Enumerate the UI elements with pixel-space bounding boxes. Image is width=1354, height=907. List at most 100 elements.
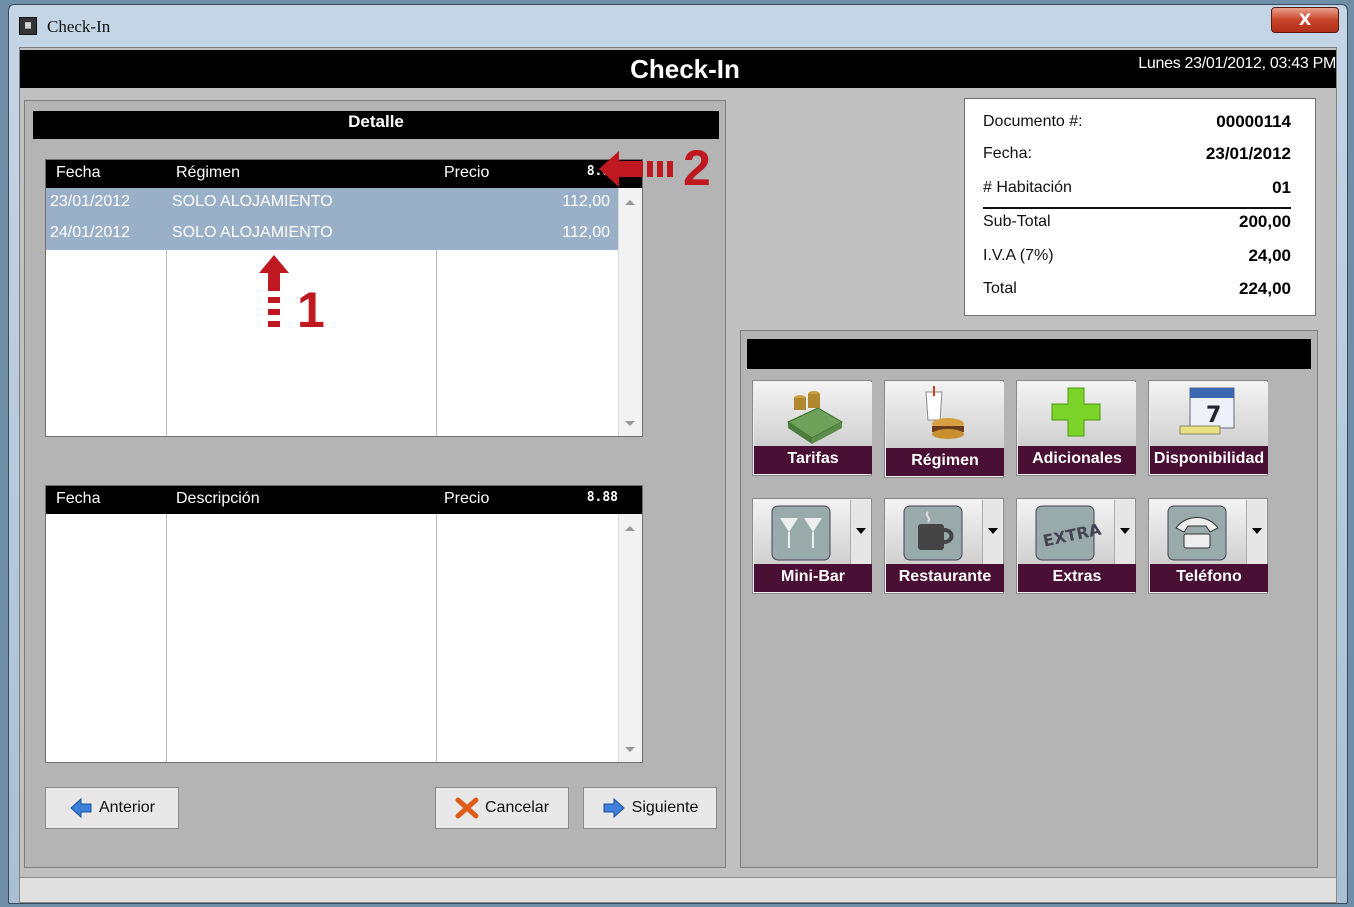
table-row[interactable]: 23/01/2012 SOLO ALOJAMIENTO 112,00 [46,188,618,219]
minibar-button[interactable]: Mini-Bar [752,498,872,594]
scroll-up-icon[interactable] [625,200,635,205]
col-header-descripcion: Descripción [176,490,260,507]
doc-label: Fecha: [983,145,1032,162]
cell-precio: 112,00 [562,193,610,210]
title-bar[interactable]: ▦ Check-In X [9,5,1347,47]
doc-value: 00000114 [1216,112,1291,131]
restaurante-label: Restaurante [886,564,1004,592]
coffee-cup-icon [903,505,963,561]
detalle-grid-header: Fecha Régimen Precio 8.88 [46,160,642,188]
extras-label: Extras [1018,564,1136,592]
restaurante-button[interactable]: Restaurante [884,498,1004,594]
doc-value: 01 [1272,178,1291,197]
table-row[interactable]: 24/01/2012 SOLO ALOJAMIENTO 112,00 [46,219,618,250]
status-bar [19,877,1337,903]
annotation-number-two: 2 [683,140,711,196]
doc-value: 224,00 [1239,279,1291,298]
doc-label: # Habitación [983,179,1072,196]
extras-grid-header: Fecha Descripción Precio 8.88 [46,486,642,514]
anterior-label: Anterior [98,799,156,816]
cancelar-label: Cancelar [484,799,550,816]
header-bar: Check-In Lunes 23/01/2012, 03:43 PM [20,50,1336,88]
regimen-label: Régimen [886,448,1004,476]
col-header-precio: Precio [444,164,490,181]
annotation-arrow-up-icon [259,255,289,327]
extras-dropdown-icon[interactable] [1114,500,1134,566]
doc-value: 23/01/2012 [1205,144,1291,163]
phone-icon [1167,505,1227,561]
extras-button[interactable]: EXTRA Extras [1016,498,1136,594]
annotation-number-one: 1 [297,282,325,338]
col-header-regimen: Régimen [176,164,241,181]
disponibilidad-label: Disponibilidad [1150,446,1268,474]
services-panel: Tarifas Régimen Adicionales 7 Disponibil… [740,330,1318,868]
scroll-up-icon[interactable] [625,526,635,531]
extras-grid[interactable]: Fecha Descripción Precio 8.88 [45,485,643,763]
doc-row-fecha: Fecha: 23/01/2012 [983,141,1291,171]
money-icon [786,391,844,444]
col-header-precio: Precio [444,490,490,507]
telefono-button[interactable]: Teléfono [1148,498,1268,594]
detalle-heading: Detalle [33,111,719,139]
restaurante-dropdown-icon[interactable] [982,500,1002,566]
app-window: ▦ Check-In X Check-In Lunes 23/01/2012, … [8,4,1348,904]
detalle-scrollbar[interactable] [618,188,642,436]
siguiente-label: Siguiente [631,799,699,816]
cancel-x-icon [455,797,479,819]
adicionales-button[interactable]: Adicionales [1016,380,1136,476]
document-summary: Documento #: 00000114 Fecha: 23/01/2012 … [964,98,1316,316]
doc-row-habitacion: # Habitación 01 [983,175,1291,205]
doc-value: 24,00 [1248,246,1291,265]
siguiente-button[interactable]: Siguiente [583,787,717,829]
telefono-label: Teléfono [1150,564,1268,592]
cocktail-icon [771,505,831,561]
food-icon [925,386,964,439]
doc-row-total: Total 224,00 [983,276,1291,306]
cancelar-button[interactable]: Cancelar [435,787,569,829]
tarifas-button[interactable]: Tarifas [752,380,872,476]
regimen-button[interactable]: Régimen [884,380,1004,478]
disponibilidad-button[interactable]: 7 Disponibilidad [1148,380,1268,476]
doc-label: Sub-Total [983,213,1051,230]
services-header-bar [747,339,1311,369]
column-divider [166,514,167,762]
doc-label: I.V.A (7%) [983,247,1054,264]
adicionales-label: Adicionales [1018,446,1136,474]
grid-options-icon[interactable]: 8.88 [587,490,618,505]
cell-regimen: SOLO ALOJAMIENTO [172,224,333,241]
header-datetime: Lunes 23/01/2012, 03:43 PM [1138,55,1336,72]
minibar-label: Mini-Bar [754,564,872,592]
detalle-grid[interactable]: Fecha Régimen Precio 8.88 23/01/2012 SOL… [45,159,643,437]
tarifas-label: Tarifas [754,446,872,474]
doc-label: Documento #: [983,113,1083,130]
col-header-fecha: Fecha [56,490,101,507]
scroll-down-icon[interactable] [625,747,635,752]
scroll-down-icon[interactable] [625,421,635,426]
arrow-right-icon [603,797,625,819]
column-divider [436,514,437,762]
doc-row-iva: I.V.A (7%) 24,00 [983,243,1291,273]
extras-scrollbar[interactable] [618,514,642,762]
window-title: Check-In [47,17,111,36]
plus-icon [1051,387,1101,437]
extra-badge-icon: EXTRA [1035,505,1103,561]
calendar-bed-icon: 7 [1179,387,1235,435]
arrow-left-icon [70,797,92,819]
cell-precio: 112,00 [562,224,610,241]
svg-text:7: 7 [1206,403,1221,428]
cell-regimen: SOLO ALOJAMIENTO [172,193,333,210]
app-icon: ▦ [19,17,37,35]
doc-value: 200,00 [1239,212,1291,231]
cell-fecha: 23/01/2012 [50,193,131,210]
minibar-dropdown-icon[interactable] [850,500,870,566]
telefono-dropdown-icon[interactable] [1246,500,1266,566]
doc-row-subtotal: Sub-Total 200,00 [983,209,1291,239]
col-header-fecha: Fecha [56,164,101,181]
detail-panel: Detalle Fecha Régimen Precio 8.88 23/01/… [24,100,726,868]
annotation-arrow-left-icon [599,151,673,187]
doc-row-documento: Documento #: 00000114 [983,109,1291,139]
cell-fecha: 24/01/2012 [50,224,131,241]
close-button[interactable]: X [1271,7,1339,33]
doc-label: Total [983,280,1017,297]
anterior-button[interactable]: Anterior [45,787,179,829]
